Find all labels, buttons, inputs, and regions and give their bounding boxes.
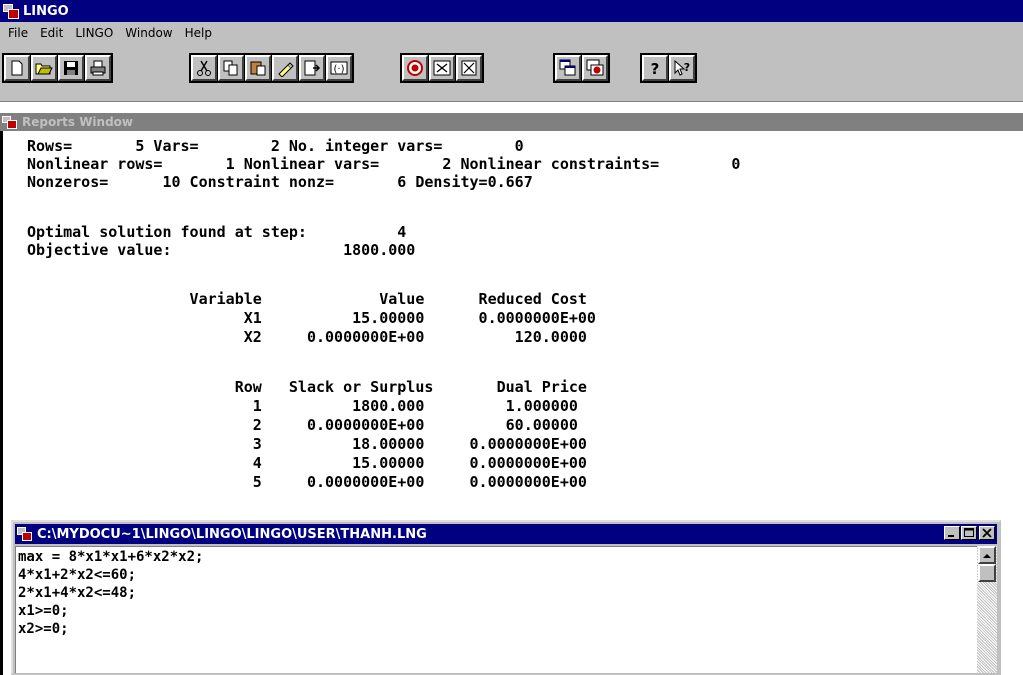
toolbar-group-file	[2, 53, 113, 83]
reports-window-titlebar[interactable]: Reports Window	[0, 113, 1023, 131]
go-to-line-icon[interactable]	[299, 55, 325, 81]
code-line: max = 8*x1*x1+6*x2*x2;	[18, 549, 204, 565]
menu-window[interactable]: Window	[119, 26, 178, 40]
svg-text:(·): (·)	[334, 64, 345, 75]
svg-text:?: ?	[684, 61, 690, 74]
solve-icon[interactable]	[402, 55, 428, 81]
report-line: 3 18.00000 0.0000000E+00	[27, 435, 587, 453]
code-line: 4*x1+2*x2<=60;	[18, 567, 137, 583]
report-line: Row Slack or Surplus Dual Price	[27, 378, 587, 396]
model-editor-titlebar[interactable]: C:\MYDOCU~1\LINGO\LINGO\LINGO\USER\THANH…	[15, 524, 997, 544]
toolbar-group-window	[553, 53, 610, 83]
close-all-icon[interactable]	[456, 55, 482, 81]
report-line: X1 15.00000 0.0000000E+00	[27, 309, 596, 327]
paste-icon[interactable]	[245, 55, 271, 81]
report-line: Variable Value Reduced Cost	[27, 290, 587, 308]
model-text-editor[interactable]: max = 8*x1*x1+6*x2*x2; 4*x1+2*x2<=60; 2*…	[15, 546, 977, 673]
find-icon[interactable]	[272, 55, 298, 81]
reports-window-icon	[2, 115, 18, 129]
model-editor-window: C:\MYDOCU~1\LINGO\LINGO\LINGO\USER\THANH…	[11, 520, 1001, 675]
report-line: 1 1800.000 1.000000	[27, 397, 578, 415]
report-line: 5 0.0000000E+00 0.0000000E+00	[27, 473, 587, 491]
vertical-scrollbar[interactable]	[977, 546, 997, 673]
menu-help[interactable]: Help	[179, 26, 218, 40]
report-line: Objective value: 1800.000	[27, 241, 416, 259]
report-line: 4 15.00000 0.0000000E+00	[27, 454, 587, 472]
help-icon[interactable]: ?	[642, 55, 668, 81]
close-button[interactable]	[979, 526, 995, 540]
report-line: 2 0.0000000E+00 60.00000	[27, 416, 578, 434]
svg-text:?: ?	[651, 60, 660, 77]
model-file-icon	[17, 526, 33, 542]
app-title: LINGO	[23, 3, 69, 19]
open-file-icon[interactable]	[31, 55, 57, 81]
lingo-app-icon[interactable]	[2, 2, 20, 20]
toolbar-group-solve	[400, 53, 484, 83]
scroll-thumb[interactable]	[978, 564, 996, 582]
app-titlebar: LINGO	[0, 0, 1023, 22]
new-file-icon[interactable]	[4, 55, 30, 81]
toolbar-group-edit: (·)	[189, 53, 354, 83]
report-line: X2 0.0000000E+00 120.0000	[27, 328, 587, 346]
cascade-icon[interactable]	[582, 55, 608, 81]
save-icon[interactable]	[58, 55, 84, 81]
cut-icon[interactable]	[191, 55, 217, 81]
maximize-button[interactable]	[961, 526, 977, 540]
reports-window-title: Reports Window	[22, 115, 133, 129]
tile-icon[interactable]	[555, 55, 581, 81]
match-parenthesis-icon[interactable]: (·)	[326, 55, 352, 81]
code-line: x1>=0;	[18, 603, 69, 619]
scroll-up-button[interactable]	[978, 546, 996, 564]
print-icon[interactable]	[85, 55, 111, 81]
minimize-button[interactable]	[944, 526, 960, 540]
menu-file[interactable]: File	[2, 26, 34, 40]
toolbar: (·) ? ?	[0, 44, 1023, 102]
report-line: Rows= 5 Vars= 2 No. integer vars= 0	[27, 137, 524, 155]
model-file-path: C:\MYDOCU~1\LINGO\LINGO\LINGO\USER\THANH…	[37, 526, 427, 542]
menu-lingo[interactable]: LINGO	[69, 26, 119, 40]
context-help-icon[interactable]: ?	[669, 55, 695, 81]
code-line: 2*x1+4*x2<=48;	[18, 585, 137, 601]
report-line: Nonlinear rows= 1 Nonlinear vars= 2 Nonl…	[27, 155, 741, 173]
solution-icon[interactable]	[429, 55, 455, 81]
report-line: Nonzeros= 10 Constraint nonz= 6 Density=…	[27, 173, 533, 191]
menu-edit[interactable]: Edit	[34, 26, 69, 40]
report-line: Optimal solution found at step: 4	[27, 223, 407, 241]
code-line: x2>=0;	[18, 621, 69, 637]
toolbar-group-help: ? ?	[640, 53, 697, 83]
menu-bar: File Edit LINGO Window Help	[0, 22, 1023, 44]
copy-icon[interactable]	[218, 55, 244, 81]
